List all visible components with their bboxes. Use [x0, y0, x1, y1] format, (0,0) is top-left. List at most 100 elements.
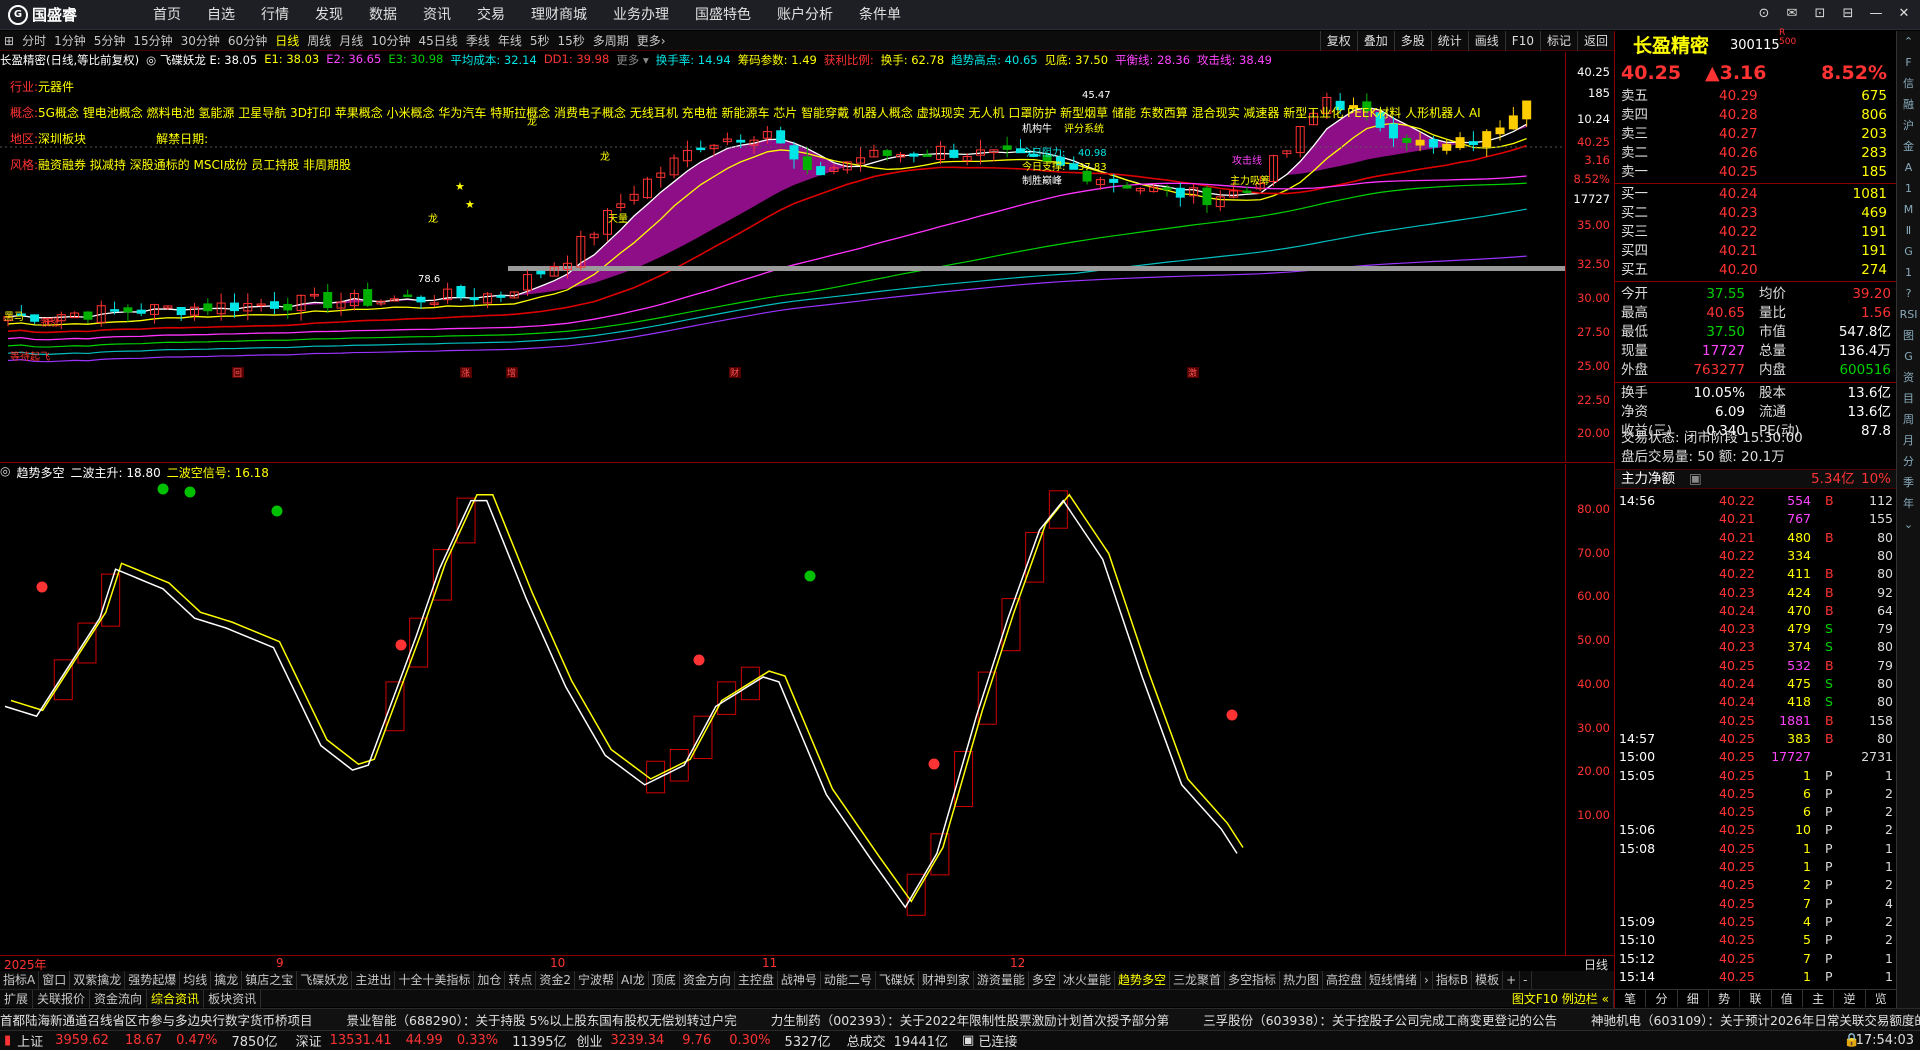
toolbar-button[interactable]: 统计	[1430, 31, 1468, 51]
menu-item[interactable]: 理财商城	[518, 0, 600, 30]
indicator-tab[interactable]: -	[1520, 971, 1532, 989]
menu-item[interactable]: 业务办理	[600, 0, 682, 30]
sidebar-button[interactable]: 周	[1897, 409, 1920, 430]
sidebar-button[interactable]: ⌄	[1897, 514, 1920, 535]
news-item[interactable]: 景业智能（688290）：关于持股 5%以上股东国有股权无偿划转过户完	[347, 1010, 737, 1029]
news-item[interactable]: 力生制药（002393）：关于2022年限制性股票激励计划首次授予部分第	[771, 1010, 1169, 1029]
toolbar-button[interactable]: 多股	[1393, 31, 1431, 51]
indicator-tab[interactable]: 资金方向	[680, 971, 735, 989]
window-control-icon[interactable]: ⊙	[1754, 4, 1774, 24]
menu-item[interactable]: 国盛特色	[682, 0, 764, 30]
indicator-tab[interactable]: 转点	[505, 971, 537, 989]
indicator-tab[interactable]: 擒龙	[211, 971, 243, 989]
sidebar-button[interactable]: M	[1897, 199, 1920, 220]
bottom-tab[interactable]: 扩展	[0, 989, 34, 1008]
trend-indicator-chart[interactable]	[0, 482, 1565, 955]
bid-row[interactable]: 买三 40.22 191	[1615, 223, 1897, 242]
indicator-tab[interactable]: 模板	[1472, 971, 1504, 989]
signal-marker-icon[interactable]	[804, 570, 816, 582]
menu-item[interactable]: 首页	[140, 0, 194, 30]
quote-panel-tab[interactable]: 值	[1772, 990, 1803, 1007]
sidebar-button[interactable]: 季	[1897, 472, 1920, 493]
sidebar-button[interactable]: RSI	[1897, 304, 1920, 325]
app-logo[interactable]: G 国盛睿	[0, 4, 110, 25]
grid-icon[interactable]: ⊞	[0, 34, 18, 48]
f10-sidebar-toggle[interactable]: 图文F10 例边栏 «	[1508, 989, 1614, 1008]
indicator-tab[interactable]: 飞碟妖	[876, 971, 919, 989]
sidebar-button[interactable]: 金	[1897, 136, 1920, 157]
signal-marker-icon[interactable]	[1226, 709, 1238, 721]
sz-label[interactable]: 深证	[296, 1031, 322, 1050]
sidebar-button[interactable]: G	[1897, 346, 1920, 367]
period-tab[interactable]: 年线	[494, 32, 526, 49]
quote-panel-tab[interactable]: 主	[1803, 990, 1835, 1007]
signal-marker-icon[interactable]	[184, 486, 196, 498]
menu-item[interactable]: 资讯	[410, 0, 464, 30]
indicator-tab[interactable]: 战神号	[778, 971, 821, 989]
sidebar-button[interactable]: Ⅱ	[1897, 220, 1920, 241]
toolbar-button[interactable]: 标记	[1539, 31, 1577, 51]
signal-marker-icon[interactable]	[693, 654, 705, 666]
indicator-tab[interactable]: 热力图	[1280, 971, 1324, 989]
period-tab[interactable]: 60分钟	[224, 32, 271, 49]
ask-row[interactable]: 卖一 40.25 185	[1615, 163, 1897, 182]
period-tab[interactable]: 5分钟	[90, 32, 130, 49]
toolbar-button[interactable]: 复权	[1319, 31, 1357, 51]
indicator-tab[interactable]: 均线	[180, 971, 212, 989]
sidebar-button[interactable]: F	[1897, 52, 1920, 73]
indicator-tab[interactable]: 短线情绪	[1366, 971, 1422, 989]
sidebar-button[interactable]: 分	[1897, 451, 1920, 472]
period-tab[interactable]: 5秒	[526, 32, 554, 49]
period-tab[interactable]: 15分钟	[129, 32, 176, 49]
period-tab[interactable]: 15秒	[553, 32, 588, 49]
indicator-tab[interactable]: 双紫擒龙	[70, 971, 126, 989]
window-control-icon[interactable]: ✉	[1782, 4, 1802, 24]
signal-marker-icon[interactable]	[36, 581, 48, 593]
window-control-icon[interactable]: —	[1866, 4, 1886, 24]
indicator-tab[interactable]: 镇店之宝	[242, 971, 298, 989]
sidebar-button[interactable]: ⌃	[1897, 31, 1920, 52]
period-tab[interactable]: 分时	[18, 32, 50, 49]
indicator-tab[interactable]: 主控盘	[735, 971, 778, 989]
sidebar-button[interactable]: 融	[1897, 94, 1920, 115]
quote-panel-tab[interactable]: 览	[1866, 990, 1897, 1007]
quote-panel-tab[interactable]: 分	[1646, 990, 1678, 1007]
net-flow-toggle-icon[interactable]: ▣	[1689, 470, 1702, 489]
news-item[interactable]: 神驰机电（603109）：关于预计2026年日常关联交易额度的公告	[1591, 1010, 1920, 1029]
bid-row[interactable]: 买四 40.21 191	[1615, 242, 1897, 261]
bottom-tab[interactable]: 资金流向	[90, 989, 148, 1008]
toolbar-button[interactable]: 叠加	[1356, 31, 1394, 51]
indicator-tab[interactable]: 窗口	[39, 971, 71, 989]
toolbar-button[interactable]: F10	[1504, 31, 1540, 51]
indicator-tab[interactable]: ›	[1421, 971, 1433, 989]
news-item[interactable]: 首都陆海新通道召线省区市参与多边央行数字货币桥项目	[0, 1010, 313, 1029]
ask-row[interactable]: 卖三 40.27 203	[1615, 125, 1897, 144]
period-tab[interactable]: 季线	[462, 32, 494, 49]
ask-row[interactable]: 卖五 40.29 675	[1615, 87, 1897, 106]
sidebar-button[interactable]: 年	[1897, 493, 1920, 514]
menu-item[interactable]: 交易	[464, 0, 518, 30]
indicator-tab[interactable]: AI龙	[618, 971, 649, 989]
toolbar-button[interactable]: 画线	[1467, 31, 1505, 51]
indicator-tab[interactable]: 冰火量能	[1060, 971, 1115, 989]
window-control-icon[interactable]: ✕	[1894, 4, 1914, 24]
indicator-tab[interactable]: 资金2	[536, 971, 576, 989]
quote-panel-tab[interactable]: 细	[1678, 990, 1709, 1007]
indicator-tab[interactable]: 加仓	[474, 971, 506, 989]
quote-panel-tab[interactable]: 逆	[1834, 990, 1866, 1007]
menu-item[interactable]: 账户分析	[764, 0, 846, 30]
bottom-tab[interactable]: 板块资讯	[204, 989, 262, 1008]
news-item[interactable]: 三孚股份（603938）：关于控股子公司完成工商变更登记的公告	[1203, 1010, 1557, 1029]
bid-row[interactable]: 买五 40.20 274	[1615, 261, 1897, 280]
period-tab[interactable]: 多周期	[589, 32, 633, 49]
signal-marker-icon[interactable]	[157, 483, 169, 495]
indicator-tab[interactable]: 强势起爆	[125, 971, 181, 989]
menu-item[interactable]: 行情	[248, 0, 302, 30]
ask-row[interactable]: 卖二 40.26 283	[1615, 144, 1897, 163]
indicator-tab[interactable]: 十全十美指标	[395, 971, 475, 989]
bid-row[interactable]: 买二 40.23 469	[1615, 204, 1897, 223]
sidebar-button[interactable]: A	[1897, 157, 1920, 178]
indicator-tab[interactable]: 趋势多空	[1115, 971, 1170, 989]
period-tab[interactable]: 日线	[271, 32, 303, 49]
ask-row[interactable]: 卖四 40.28 806	[1615, 106, 1897, 125]
